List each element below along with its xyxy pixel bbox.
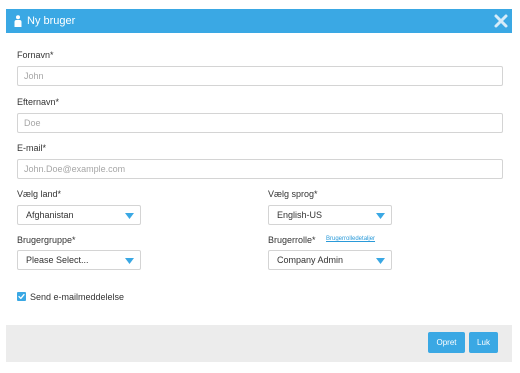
- user-group-label: Brugergruppe*: [17, 235, 76, 245]
- create-button[interactable]: Opret: [428, 332, 465, 353]
- send-email-checkbox[interactable]: [17, 292, 26, 301]
- user-role-label: Brugerrolle*: [268, 235, 316, 245]
- caret-down-icon: [376, 258, 385, 264]
- send-email-label: Send e-mailmeddelelse: [30, 292, 125, 302]
- user-role-details-link[interactable]: Brugerrolledetaljer: [326, 236, 375, 242]
- country-select-value: Afghanistan: [26, 210, 74, 220]
- user-group-select[interactable]: Please Select...: [17, 250, 141, 270]
- user-icon: [14, 15, 22, 27]
- email-label: E-mail*: [17, 143, 47, 153]
- dialog-header: Ny bruger: [6, 9, 512, 33]
- new-user-dialog: Ny bruger Fornavn* Efternavn* E-mail* Væ…: [0, 0, 520, 373]
- first-name-field[interactable]: [17, 66, 503, 86]
- user-role-select-value: Company Admin: [277, 255, 344, 265]
- last-name-label: Efternavn*: [17, 97, 60, 107]
- language-select-value: English-US: [277, 210, 323, 220]
- language-label: Vælg sprog*: [268, 189, 318, 199]
- email-field[interactable]: [17, 159, 503, 179]
- country-select[interactable]: Afghanistan: [17, 205, 141, 225]
- last-name-field[interactable]: [17, 113, 503, 133]
- first-name-label: Fornavn*: [17, 50, 54, 60]
- dialog-title: Ny bruger: [27, 15, 76, 27]
- checkmark-icon: [18, 293, 25, 300]
- close-button[interactable]: Luk: [469, 332, 498, 353]
- country-label: Vælg land*: [17, 189, 62, 199]
- caret-down-icon: [125, 258, 134, 264]
- close-icon[interactable]: [493, 13, 509, 29]
- caret-down-icon: [376, 213, 385, 219]
- caret-down-icon: [125, 213, 134, 219]
- user-role-select[interactable]: Company Admin: [268, 250, 392, 270]
- user-group-select-value: Please Select...: [26, 255, 89, 265]
- language-select[interactable]: English-US: [268, 205, 392, 225]
